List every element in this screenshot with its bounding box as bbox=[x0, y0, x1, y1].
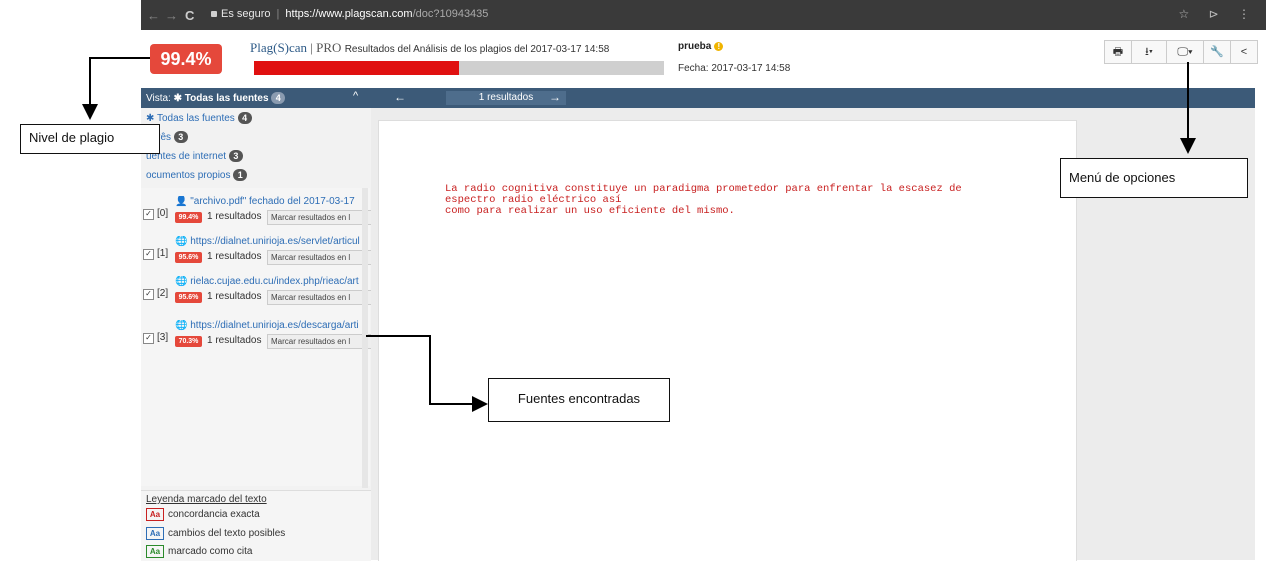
callout-menu-opciones: Menú de opciones bbox=[1060, 158, 1248, 198]
callout-fuentes-encontradas: Fuentes encontradas bbox=[488, 378, 670, 422]
callout-nivel-plagio: Nivel de plagio bbox=[20, 124, 160, 154]
annotation-arrows bbox=[82, 57, 1196, 412]
